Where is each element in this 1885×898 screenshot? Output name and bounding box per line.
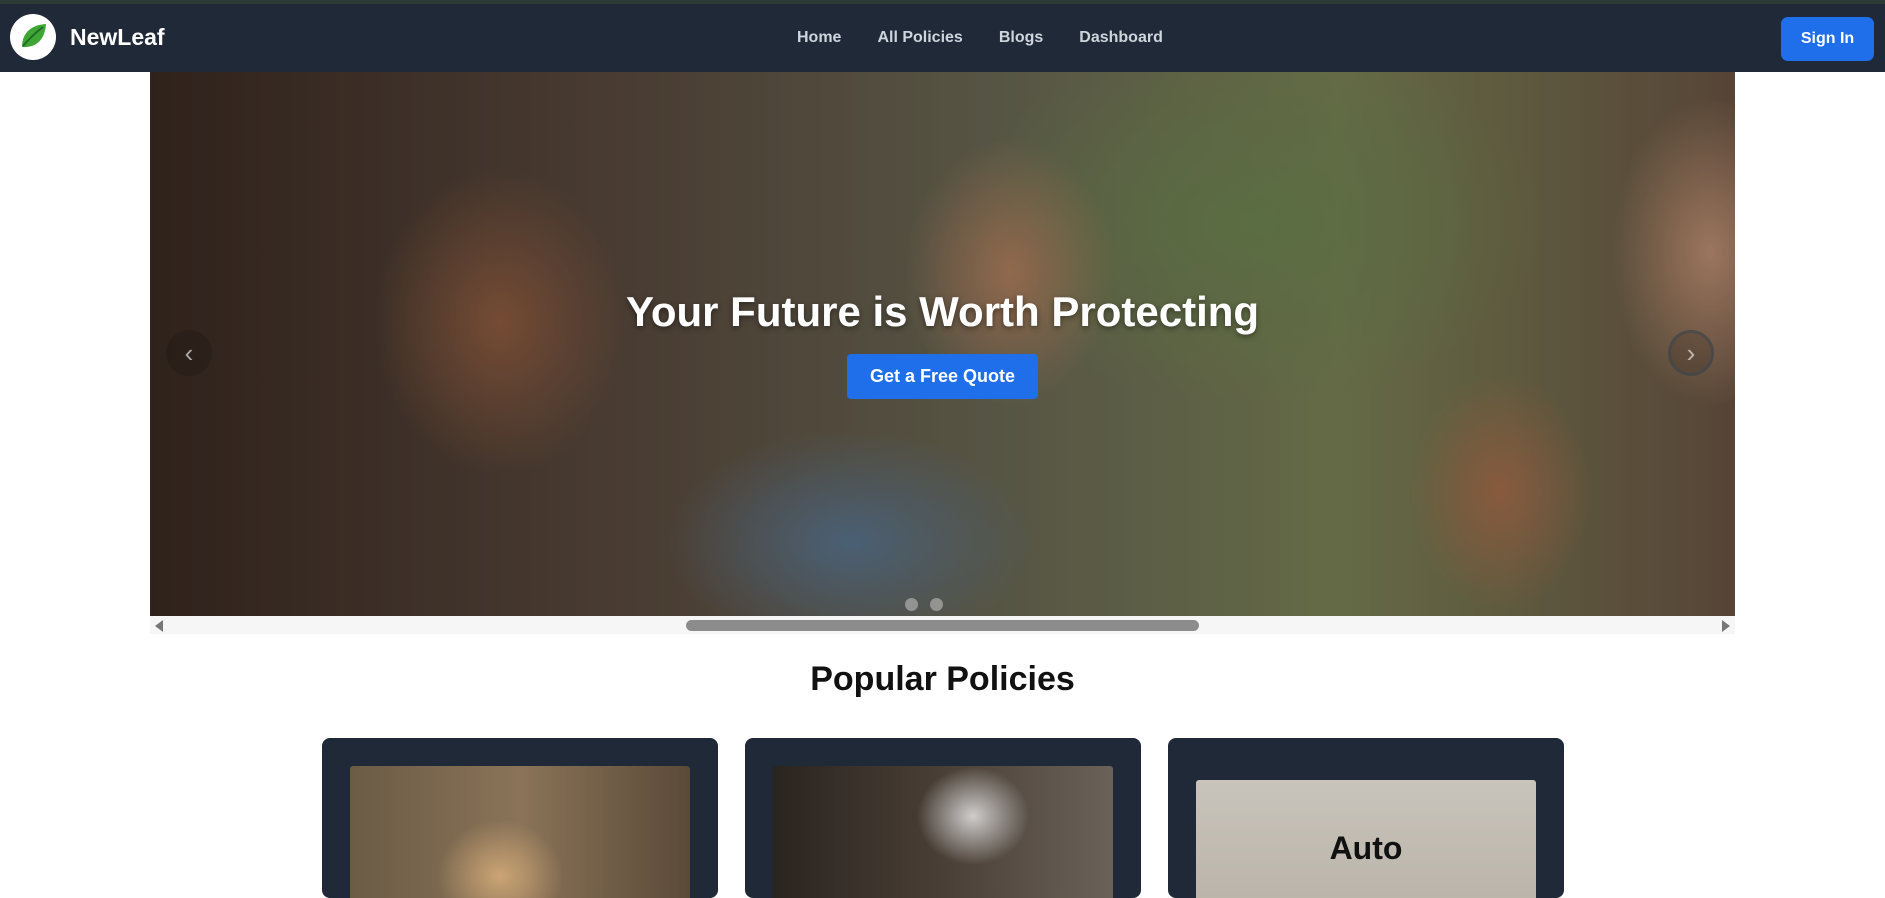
- chevron-left-icon: ‹: [184, 337, 194, 368]
- policy-card[interactable]: Auto: [1168, 738, 1564, 898]
- policy-image: [773, 766, 1113, 898]
- nav-home[interactable]: Home: [797, 29, 841, 47]
- policy-card[interactable]: [745, 738, 1141, 898]
- policy-image: Auto: [1196, 780, 1536, 898]
- nav-all-policies[interactable]: All Policies: [877, 29, 962, 47]
- get-free-quote-button[interactable]: Get a Free Quote: [847, 354, 1038, 399]
- carousel-dot[interactable]: [905, 598, 918, 611]
- scroll-left-icon[interactable]: [155, 620, 163, 632]
- policy-card[interactable]: [322, 738, 718, 898]
- policy-image-label: Auto: [1329, 830, 1403, 866]
- popular-policies-title: Popular Policies: [810, 660, 1075, 698]
- scrollbar-thumb[interactable]: [686, 620, 1199, 631]
- nav-blogs[interactable]: Blogs: [999, 29, 1043, 47]
- nav-dashboard[interactable]: Dashboard: [1079, 29, 1163, 47]
- carousel-next-button[interactable]: ›: [1668, 330, 1714, 376]
- policy-image: [350, 766, 690, 898]
- scroll-right-icon[interactable]: [1722, 620, 1730, 632]
- sign-in-button[interactable]: Sign In: [1781, 17, 1874, 61]
- leaf-icon: [10, 14, 56, 60]
- horizontal-scrollbar[interactable]: [150, 616, 1735, 634]
- main-nav: Home All Policies Blogs Dashboard: [797, 4, 1163, 72]
- brand[interactable]: NewLeaf: [10, 14, 165, 60]
- brand-name: NewLeaf: [70, 23, 165, 50]
- hero-carousel: Your Future is Worth Protecting Get a Fr…: [150, 72, 1735, 616]
- navbar: NewLeaf Home All Policies Blogs Dashboar…: [0, 4, 1885, 72]
- carousel-prev-button[interactable]: ‹: [166, 330, 212, 376]
- hero-title: Your Future is Worth Protecting: [625, 288, 1260, 335]
- carousel-dot[interactable]: [930, 598, 943, 611]
- chevron-right-icon: ›: [1686, 337, 1696, 368]
- carousel-indicators: [905, 598, 943, 611]
- hero-image: [150, 72, 1735, 616]
